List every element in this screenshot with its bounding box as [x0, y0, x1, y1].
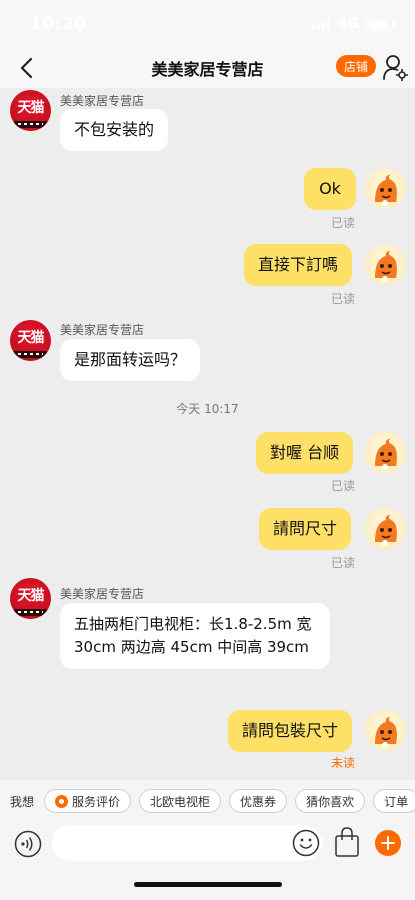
chat-area[interactable]: 天猫 美美家居专营店 不包安装的 Ok 已读 直接下訂嗎 已读 天猫 美美家居专… — [0, 88, 415, 780]
top-bar: 10:20 4G 美美家居专营店 店铺 — [0, 0, 415, 88]
shop-name-label: 美美家居专营店 — [60, 94, 145, 108]
profile-settings-icon[interactable] — [382, 53, 409, 82]
chip-coupon[interactable]: 优惠券 — [229, 789, 288, 813]
message-bubble-incoming[interactable]: 五抽两柜门电视柜：长1.8-2.5m 宽 30cm 两边高 45cm 中间高 3… — [60, 603, 330, 669]
shopping-bag-icon[interactable] — [333, 826, 361, 858]
unread-status: 未读 — [330, 756, 355, 770]
shop-avatar[interactable]: 天猫 — [10, 578, 51, 619]
input-bar — [0, 822, 415, 900]
status-time: 10:20 — [30, 14, 87, 34]
message-input[interactable] — [52, 825, 322, 861]
read-status: 已读 — [330, 292, 355, 306]
read-status: 已读 — [330, 479, 355, 493]
home-indicator — [134, 882, 282, 887]
chip-orders[interactable]: 订单 — [373, 789, 415, 813]
quick-reply-bar: 我想 服务评价 北欧电视柜 优惠券 猜你喜欢 订单 — [0, 780, 415, 822]
emoji-icon[interactable] — [292, 829, 320, 857]
status-indicators: 4G — [311, 16, 396, 32]
user-avatar[interactable] — [365, 432, 406, 473]
header: 美美家居专营店 店铺 — [0, 48, 415, 88]
message-bubble-outgoing[interactable]: Ok — [304, 168, 356, 210]
read-status: 已读 — [330, 216, 355, 230]
message-bubble-outgoing[interactable]: 對喔 台顺 — [256, 432, 354, 474]
chip-service-rating[interactable]: 服务评价 — [44, 789, 132, 813]
status-bar: 10:20 4G — [0, 0, 415, 48]
message-bubble-outgoing[interactable]: 請問尺寸 — [259, 508, 352, 550]
chip-guess-you-like[interactable]: 猜你喜欢 — [295, 789, 366, 813]
shop-avatar[interactable]: 天猫 — [10, 90, 51, 131]
read-status: 已读 — [330, 556, 355, 570]
timestamp: 今天 10:17 — [176, 402, 239, 416]
shop-name-label: 美美家居专营店 — [60, 323, 145, 337]
chip-nordic-tv-cabinet[interactable]: 北欧电视柜 — [139, 789, 222, 813]
service-rating-icon — [55, 794, 69, 808]
network-type: 4G — [337, 16, 359, 32]
shop-avatar[interactable]: 天猫 — [10, 320, 51, 361]
message-bubble-incoming[interactable]: 不包安装的 — [60, 109, 169, 151]
back-icon[interactable] — [12, 54, 40, 82]
battery-icon — [367, 17, 396, 31]
signal-icon — [311, 18, 330, 30]
shop-name-label: 美美家居专营店 — [60, 587, 145, 601]
user-avatar[interactable] — [365, 508, 406, 549]
voice-input-icon[interactable] — [14, 830, 42, 858]
plus-icon[interactable] — [375, 830, 401, 856]
user-avatar[interactable] — [365, 244, 406, 285]
quick-reply-label: 我想 — [10, 794, 35, 809]
store-button[interactable]: 店铺 — [336, 55, 376, 77]
user-avatar[interactable] — [365, 168, 406, 209]
message-bubble-outgoing[interactable]: 請問包裝尺寸 — [228, 710, 353, 752]
message-bubble-outgoing[interactable]: 直接下訂嗎 — [244, 244, 353, 286]
message-bubble-incoming[interactable]: 是那面转运吗？ — [60, 339, 201, 381]
user-avatar[interactable] — [365, 710, 406, 751]
page-title: 美美家居专营店 — [151, 60, 264, 79]
